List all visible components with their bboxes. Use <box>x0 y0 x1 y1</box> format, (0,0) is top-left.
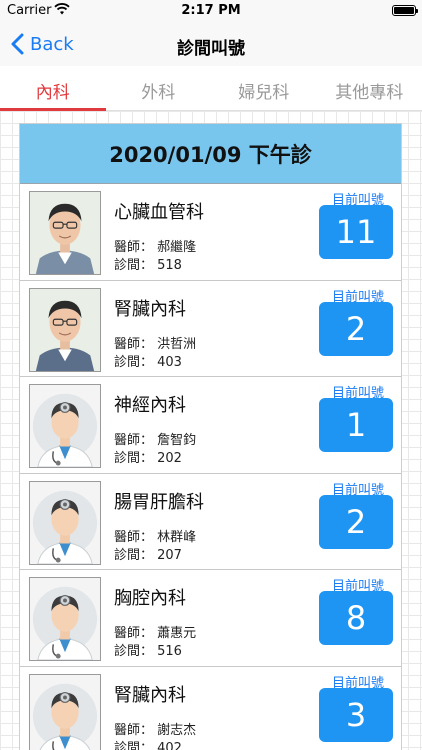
clinic-row[interactable]: 腎臟內科 醫師： 洪哲洲 診間： 403 目前叫號 2 <box>20 280 401 377</box>
room-number: 診間： 202 <box>114 451 182 466</box>
department-name: 腸胃肝膽科 <box>114 491 204 513</box>
clinic-row[interactable]: 胸腔內科 醫師： 蕭惠元 診間： 516 目前叫號 8 <box>20 570 401 667</box>
current-call-number: 8 <box>319 591 393 645</box>
doctor-name: 醫師： 郝繼隆 <box>114 240 197 255</box>
clinic-row[interactable]: 腎臟內科 醫師： 謝志杰 診間： 402 目前叫號 3 <box>20 666 401 750</box>
room-number: 診間： 207 <box>114 547 182 563</box>
tab-other-specialties[interactable]: 其他專科 <box>317 66 422 110</box>
doctor-name: 醫師： 林群峰 <box>114 529 197 545</box>
clinic-row[interactable]: 心臟血管科 醫師： 郝繼隆 診間： 518 目前叫號 11 <box>20 184 401 281</box>
current-call-number: 2 <box>319 301 393 356</box>
doctor-name: 醫師： 謝志杰 <box>114 722 197 738</box>
doctor-name: 醫師： 洪哲洲 <box>114 336 197 352</box>
clinic-list-area[interactable]: 2020/01/09 下午診 心臟血管科 醫師： 郝繼隆 診間： 518 目前叫… <box>0 111 422 750</box>
clinic-row[interactable]: 神經內科 醫師： 詹智鈞 診間： 202 目前叫號 1 <box>20 377 401 474</box>
department-name: 心臟血管科 <box>114 202 204 223</box>
session-title: 2020/01/09 下午診 <box>20 124 401 184</box>
current-call-number: 2 <box>319 494 393 549</box>
doctor-name: 醫師： 蕭惠元 <box>114 626 197 641</box>
tab-surgery[interactable]: 外科 <box>106 66 212 110</box>
doctor-photo <box>29 191 101 275</box>
doctor-photo <box>29 287 101 372</box>
department-tabs: 內科 外科 婦兒科 其他專科 <box>0 66 422 111</box>
navigation-bar: Back 診間叫號 <box>0 22 422 66</box>
clock: 2:17 PM <box>181 3 241 18</box>
department-name: 神經內科 <box>114 395 186 416</box>
current-call-number: 11 <box>319 205 393 259</box>
tab-internal-medicine[interactable]: 內科 <box>0 66 106 111</box>
battery-icon <box>392 5 418 16</box>
current-call-number: 3 <box>319 687 393 742</box>
department-name: 腎臟內科 <box>114 298 186 320</box>
current-call-number: 1 <box>319 398 393 452</box>
page-title: 診間叫號 <box>177 39 245 59</box>
department-name: 腎臟內科 <box>114 684 186 706</box>
doctor-name: 醫師： 詹智鈞 <box>114 433 197 448</box>
room-number: 診間： 516 <box>114 644 182 659</box>
tab-obgyn-pediatrics[interactable]: 婦兒科 <box>211 66 317 110</box>
room-number: 診間： 403 <box>114 354 182 370</box>
status-bar: Carrier 2:17 PM <box>0 0 422 22</box>
department-name: 胸腔內科 <box>114 588 186 609</box>
room-number: 診間： 402 <box>114 740 182 750</box>
clinic-row[interactable]: 腸胃肝膽科 醫師： 林群峰 診間： 207 目前叫號 2 <box>20 473 401 570</box>
doctor-placeholder-icon <box>29 480 101 565</box>
clinic-card: 2020/01/09 下午診 心臟血管科 醫師： 郝繼隆 診間： 518 目前叫… <box>19 123 402 750</box>
room-number: 診間： 518 <box>114 258 182 273</box>
doctor-placeholder-icon <box>29 673 101 750</box>
doctor-placeholder-icon <box>29 384 101 468</box>
doctor-placeholder-icon <box>29 577 101 661</box>
